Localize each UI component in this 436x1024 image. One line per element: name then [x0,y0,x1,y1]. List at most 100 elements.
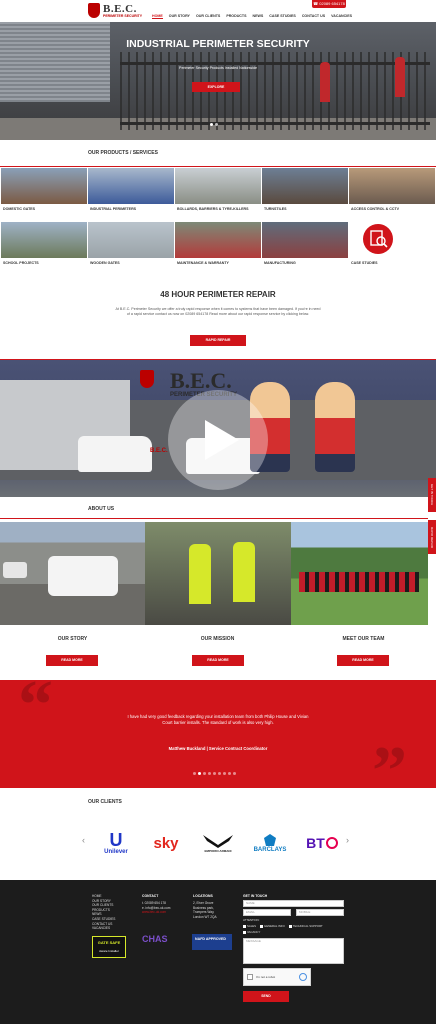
option-technical-support[interactable]: TECHNICAL SUPPORT [288,924,323,928]
logo-shield-icon[interactable] [88,3,100,18]
video-van-text: B.E.C. [150,448,168,454]
explore-button[interactable]: EXPLORE [192,82,240,92]
testimonial-dot[interactable] [208,772,211,775]
footer-links: HOME OUR STORY OUR CLIENTS PRODUCTS NEWS… [92,894,115,931]
checkbox[interactable] [288,924,292,928]
product-label[interactable]: ACCESS CONTROL & CCTV [351,207,399,211]
close-quote-icon: ” [372,733,407,788]
get-in-touch-tab[interactable]: GET IN TOUCH [428,478,436,512]
testimonial-text: I have had very good feedback regarding … [127,714,309,725]
hero-subtitle: Perimeter Security Products Installed Na… [179,66,257,70]
product-image-turnstiles[interactable] [262,168,348,204]
about-van [48,556,118,596]
option-label: TECHNICAL SUPPORT [292,924,323,928]
product-image-industrial-perimeters[interactable] [88,168,174,204]
product-label[interactable]: SCHOOL PROJECTS [3,261,39,265]
captcha-checkbox[interactable] [247,974,253,980]
product-image-maintenance[interactable] [175,222,261,258]
phone-button[interactable]: ☎ 02089 654178 [312,0,346,8]
slider-dot[interactable] [210,123,213,126]
footer-locations-title: LOCATIONS [193,894,213,898]
play-icon[interactable] [205,420,239,460]
product-label[interactable]: CASE STUDIES [351,261,378,265]
products-divider [0,166,436,167]
video-player[interactable]: B.E.C. PERIMETER SECURITY B.E.C. [0,359,436,497]
product-label[interactable]: WOODEN GATES [90,261,120,265]
about-team-players [299,572,419,592]
meet-our-team-title: MEET OUR TEAM [342,636,385,642]
our-story-read-more-button[interactable]: READ MORE [46,655,98,666]
open-quote-icon: “ [18,680,53,744]
product-image-case-studies[interactable] [349,222,435,258]
testimonial-dot[interactable] [228,772,231,775]
chevron-left-icon[interactable]: ‹ [82,835,85,845]
nav-case-studies[interactable]: CASE STUDIES [269,14,296,19]
checkbox[interactable] [260,924,264,928]
footer-link[interactable]: VACANCIES [92,926,115,931]
nav-products[interactable]: PRODUCTS [226,14,246,19]
email-field[interactable]: EMAIL [243,909,291,916]
footer-link[interactable]: CASE STUDIES [92,917,115,922]
site-header: B.E.C. PERIMETER SECURITY ☎ 02089 654178… [0,0,436,22]
testimonial-dot[interactable] [193,772,196,775]
message-field[interactable]: MESSAGE [243,938,344,964]
nav-our-story[interactable]: OUR STORY [169,14,190,19]
product-label[interactable]: INDUSTRIAL PERIMETERS [90,207,136,211]
product-image-wooden-gates[interactable] [88,222,174,258]
testimonial-dot[interactable] [203,772,206,775]
nav-home[interactable]: HOME [152,14,163,19]
nav-contact-us[interactable]: CONTACT US [302,14,325,19]
product-label[interactable]: DOMESTIC GATES [3,207,35,211]
mobile-field[interactable]: MOBILE [296,909,344,916]
attention-options-row2: VACANCY [243,930,260,934]
recaptcha-widget[interactable]: I'm not a robot [243,968,311,986]
chevron-right-icon[interactable]: › [346,835,349,845]
client-logo-unilever: U Unilever [96,828,136,858]
address-line: London W7 2QA [193,914,217,919]
about-image-team [291,522,428,625]
about-divider [0,518,428,519]
rapid-repair-button[interactable]: RAPID REPAIR [190,335,246,346]
product-label[interactable]: MAINTENANCE & WARRANTY [177,261,229,265]
slider-dot[interactable] [215,123,218,126]
video-van [78,436,152,472]
nafd-badge: NAFD APPROVED [192,934,232,950]
option-sales[interactable]: SALES [243,924,256,928]
option-vacancy[interactable]: VACANCY [243,930,260,934]
send-button[interactable]: SEND [243,991,289,1002]
client-logo-sky: sky [153,834,179,852]
site-footer [0,880,436,1024]
nav-news[interactable]: NEWS [252,14,263,19]
product-label[interactable]: BOLLARDS, BARRIERS & TYRE-KILLERS [177,207,248,211]
nav-our-clients[interactable]: OUR CLIENTS [196,14,220,19]
product-image-access-control[interactable] [349,168,435,204]
footer-website[interactable]: www.bec-uk.com [142,910,170,915]
testimonial-dot[interactable] [213,772,216,775]
testimonial-dot[interactable] [218,772,221,775]
meet-our-team-read-more-button[interactable]: READ MORE [337,655,389,666]
hero-slider-dots [210,123,218,126]
product-image-domestic-gates[interactable] [1,168,87,204]
testimonial-dot[interactable] [198,772,201,775]
nav-vacancies[interactable]: VACANCIES [331,14,352,19]
testimonial-dot[interactable] [223,772,226,775]
repair-title: 48 HOUR PERIMETER REPAIR [160,290,276,299]
checkbox[interactable] [243,930,246,934]
gate-safe-badge: GATE SAFE Aware Installer [92,936,126,958]
product-image-school-projects[interactable] [1,222,87,258]
checkbox[interactable] [243,924,246,928]
product-label[interactable]: TURNSTILES [264,207,287,211]
option-label: SALES [247,924,257,928]
product-image-bollards[interactable] [175,168,261,204]
our-mission-read-more-button[interactable]: READ MORE [192,655,244,666]
client-logo-armani: EMPORIO ARMANI [196,828,240,858]
about-image-workers [145,522,291,625]
name-field[interactable]: NAME [243,900,344,907]
testimonial-dot[interactable] [233,772,236,775]
product-image-manufacturing[interactable] [262,222,348,258]
clients-title: OUR CLIENTS [88,799,122,805]
rapid-repair-tab[interactable]: RAPID REPAIR [428,520,436,554]
option-general-info[interactable]: GENERAL INFO [260,924,285,928]
product-label[interactable]: MANUFACTURING [264,261,296,265]
hero-slider: INDUSTRIAL PERIMETER SECURITY Perimeter … [0,22,436,140]
